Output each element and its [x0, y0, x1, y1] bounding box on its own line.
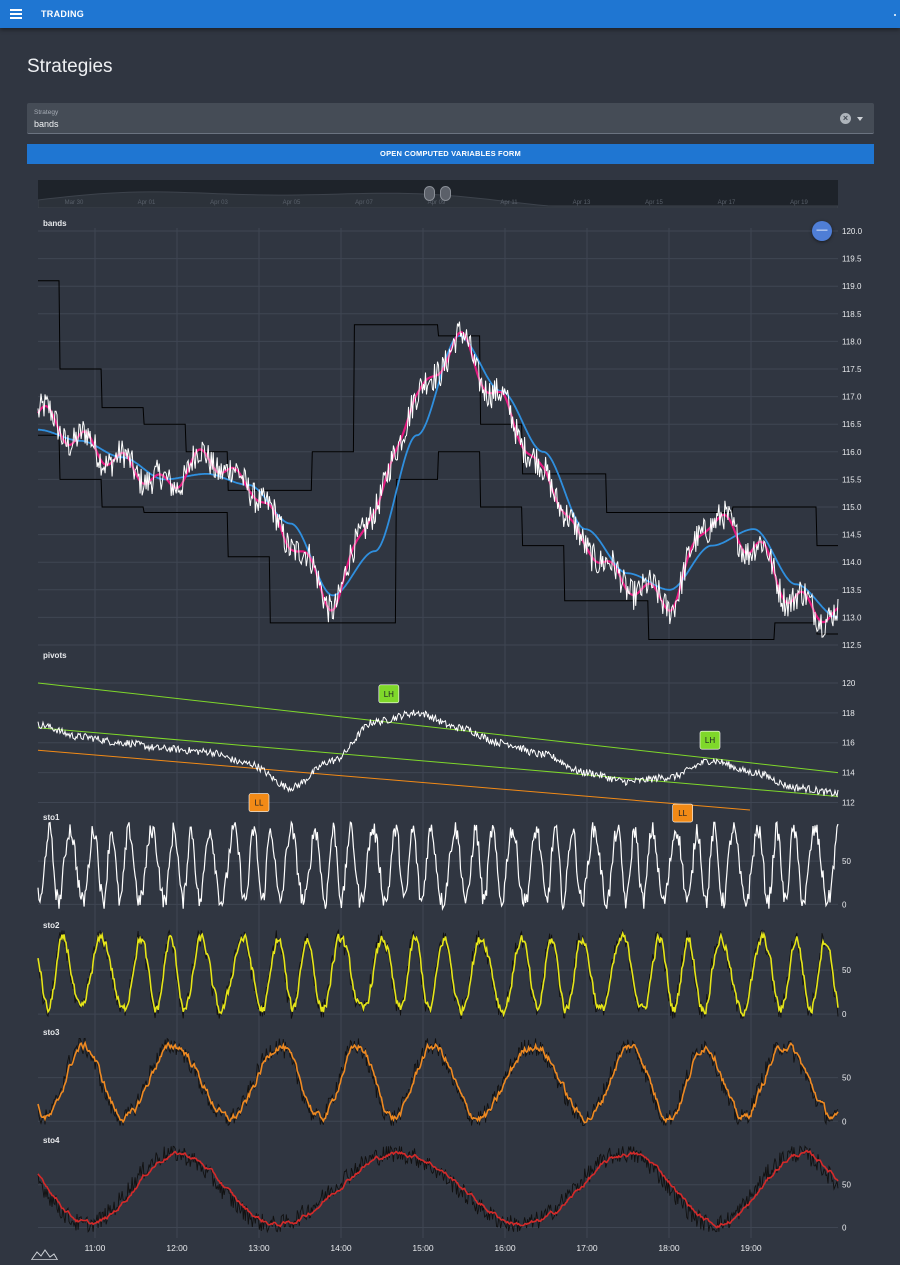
chart-panels: bands 112.5 113.0 113.5 114.0 114.5 115.0 115.5…: [37, 219, 863, 1234]
svg-text:LH: LH: [384, 690, 394, 699]
chevron-down-icon[interactable]: [857, 117, 863, 121]
panel-sto1: sto1 0 50: [37, 813, 851, 911]
navigator-date-label: Apr 13: [573, 200, 591, 206]
zoom-reset-button[interactable]: —: [812, 221, 832, 241]
y-tick-label: 116.0: [842, 448, 862, 457]
chart-title-sto4: sto4: [43, 1136, 60, 1145]
panel-pivots: pivots 112 114 116 118 120 LL LH LL LH: [37, 651, 856, 823]
stochastic-signal-line: [37, 1149, 839, 1229]
navigator-date-label: Apr 15: [645, 200, 663, 206]
svg-text:LL: LL: [255, 799, 264, 808]
clear-icon[interactable]: ×: [840, 113, 851, 124]
pivot-marker-LL: LL: [672, 803, 693, 823]
open-computed-variables-button[interactable]: OPEN COMPUTED VARIABLES FORM: [27, 144, 874, 164]
y-tick-label: 116.5: [842, 420, 862, 429]
navigator-date-label: Apr 17: [718, 200, 736, 206]
trend-line: [37, 682, 839, 774]
y-tick-label: 118.5: [842, 310, 862, 319]
y-tick-label: 120: [842, 679, 856, 688]
navigator-date-label: Apr 19: [790, 200, 808, 206]
stochastic-raw-line: [37, 1037, 839, 1127]
y-tick-label: 119.5: [842, 255, 862, 264]
panel-sto2: sto2 0 50: [37, 921, 851, 1020]
navigator-right-handle[interactable]: [440, 186, 451, 201]
y-tick-label: 112.5: [842, 641, 862, 650]
x-tick-label: 18:00: [658, 1243, 680, 1253]
pivot-price-line: [37, 709, 839, 798]
upper-band-line: [38, 280, 838, 547]
y-tick-label: 118.0: [842, 337, 862, 346]
chart-title-bands: bands: [43, 219, 67, 228]
svg-text:LH: LH: [705, 736, 715, 745]
x-tick-label: 16:00: [494, 1243, 516, 1253]
menu-icon[interactable]: [10, 9, 22, 19]
chart-title-sto1: sto1: [43, 813, 60, 822]
y-tick-label: 112: [842, 799, 855, 808]
app-title: TRADING: [41, 9, 85, 19]
navigator-date-label: Apr 07: [355, 200, 373, 206]
strategy-label: Strategy: [34, 109, 59, 116]
y-tick-label: 113.0: [842, 613, 862, 622]
y-tick-label: 50: [842, 1074, 851, 1083]
x-tick-label: 15:00: [412, 1243, 434, 1253]
x-tick-label: 11:00: [85, 1243, 106, 1253]
svg-text:LL: LL: [678, 809, 687, 818]
y-tick-label: 120.0: [842, 227, 863, 236]
x-tick-label: 13:00: [248, 1243, 270, 1253]
strategy-select[interactable]: Strategy bands ×: [27, 103, 874, 134]
panel-sto3: sto3 0 50: [37, 1028, 851, 1127]
stochastic-raw-line: [37, 820, 839, 911]
x-tick-label: 19:00: [740, 1243, 762, 1253]
time-navigator[interactable]: Mar 30 Apr 01 Apr 03 Apr 05 Apr 07 Apr 09 Apr …: [37, 180, 839, 209]
navigator-date-label: Apr 11: [500, 200, 518, 206]
y-tick-label: 115.0: [842, 503, 862, 512]
x-tick-label: 14:00: [330, 1243, 352, 1253]
overflow-dot-icon: [894, 14, 896, 16]
pivot-marker-LH: LH: [378, 684, 400, 704]
charts-svg: 11:00 12:00 13:00 14:00 15:00 16:00 17:00 18:00…: [37, 219, 863, 1253]
y-tick-label: 116: [842, 739, 855, 748]
chart-title-sto2: sto2: [43, 921, 60, 930]
y-tick-label: 50: [842, 1181, 851, 1190]
x-tick-label: 12:00: [166, 1243, 188, 1253]
y-tick-label: 114.5: [842, 531, 862, 540]
y-tick-label: 0: [842, 900, 847, 909]
panel-bands: bands 112.5 113.0 113.5 114.0 114.5 115.0 115.5…: [37, 219, 863, 650]
navigator-date-label: Apr 05: [283, 200, 301, 206]
y-tick-label: 50: [842, 966, 851, 975]
y-tick-label: 113.5: [842, 586, 862, 595]
y-tick-label: 0: [842, 1010, 847, 1019]
navigator-date-label: Apr 03: [210, 200, 228, 206]
app-bar: TRADING: [0, 0, 900, 28]
y-tick-label: 115.5: [842, 475, 862, 484]
y-tick-label: 50: [842, 857, 851, 866]
pivot-marker-LH: LH: [699, 730, 721, 750]
y-tick-label: 114.0: [842, 558, 862, 567]
y-tick-label: 0: [842, 1223, 847, 1232]
navigator-date-label: Mar 30: [65, 200, 84, 206]
stochastic-raw-line: [37, 1145, 839, 1234]
stochastic-signal-line: [37, 930, 839, 1018]
chart-title-pivots: pivots: [43, 651, 67, 660]
y-tick-label: 119.0: [842, 282, 862, 291]
y-tick-label: 114: [842, 769, 855, 778]
panel-sto4: sto4 0 50: [37, 1136, 851, 1234]
navigator-svg: Mar 30 Apr 01 Apr 03 Apr 05 Apr 07 Apr 09 Apr …: [37, 191, 839, 209]
page-title: Strategies: [27, 56, 113, 77]
strategy-value: bands: [34, 119, 59, 129]
chart-title-sto3: sto3: [43, 1028, 60, 1037]
y-tick-label: 117.5: [842, 365, 862, 374]
x-tick-label: 17:00: [576, 1243, 598, 1253]
logo-icon: [31, 1249, 58, 1260]
y-tick-label: 118: [842, 709, 855, 718]
y-tick-label: 117.0: [842, 393, 862, 402]
navigator-left-handle[interactable]: [424, 186, 435, 201]
y-tick-label: 0: [842, 1117, 847, 1126]
pivot-marker-LL: LL: [248, 793, 270, 812]
navigator-date-label: Apr 01: [138, 200, 156, 206]
